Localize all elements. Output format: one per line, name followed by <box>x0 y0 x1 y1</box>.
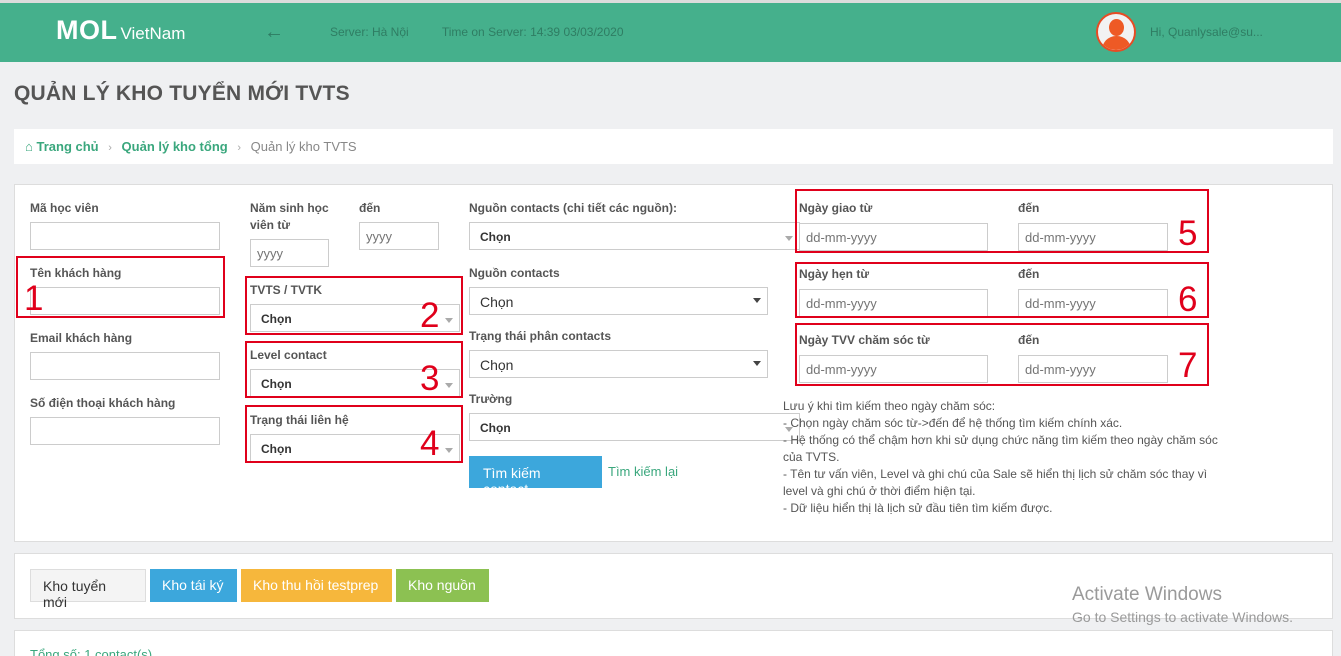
logo[interactable]: MOL VietNam <box>56 15 185 46</box>
server-name: Server: Hà Nội <box>330 25 409 39</box>
results-panel <box>14 630 1333 656</box>
customer-email-label: Email khách hàng <box>30 331 133 345</box>
annotation-number-6: 6 <box>1178 280 1198 319</box>
birth-year-to-input[interactable] <box>359 222 439 250</box>
note-title: Lưu ý khi tìm kiếm theo ngày chăm sóc: <box>783 399 996 413</box>
annotation-number-3: 3 <box>420 359 440 398</box>
assign-status-select[interactable]: Chọn <box>469 350 768 378</box>
care-search-note: Lưu ý khi tìm kiếm theo ngày chăm sóc: -… <box>783 398 1228 517</box>
annotation-number-1: 1 <box>24 279 44 318</box>
breadcrumb: ⌂ Trang chủ › Quản lý kho tổng › Quản lý… <box>14 129 1333 164</box>
annotation-box-6 <box>795 262 1209 318</box>
birth-year-from-label: Năm sinh học viên từ <box>250 201 329 232</box>
chevron-down-icon <box>753 361 761 366</box>
school-select[interactable]: Chọn <box>469 413 800 441</box>
page-title: QUẢN LÝ KHO TUYỂN MỚI TVTS <box>14 82 350 105</box>
source-detail-select[interactable]: Chọn <box>469 222 800 250</box>
chevron-down-icon <box>785 236 793 241</box>
annotation-number-2: 2 <box>420 296 440 335</box>
search-contact-button[interactable]: Tìm kiếm contact <box>469 456 602 497</box>
watermark-line-1: Activate Windows <box>1072 584 1222 605</box>
customer-email-input[interactable] <box>30 352 220 380</box>
note-line: - Tên tư vấn viên, Level và ghi chú của … <box>783 467 1208 498</box>
tab-kho-nguon[interactable]: Kho nguồn <box>396 569 489 602</box>
home-icon[interactable]: ⌂ <box>25 139 33 154</box>
annotation-number-5: 5 <box>1178 214 1198 253</box>
birth-year-from-input[interactable] <box>250 239 329 267</box>
birth-year-to-label: đến <box>359 201 381 215</box>
total-count: Tổng số: 1 contact(s) <box>30 647 153 656</box>
tab-kho-tuyen-moi[interactable]: Kho tuyển mới <box>30 569 146 610</box>
breadcrumb-separator: › <box>108 142 112 154</box>
assign-status-select-value: Chọn <box>480 357 514 373</box>
annotation-box-7 <box>795 323 1209 386</box>
chevron-down-icon <box>753 298 761 303</box>
student-code-input[interactable] <box>30 222 220 250</box>
windows-activation-watermark: Activate Windows Go to Settings to activ… <box>1072 584 1293 625</box>
breadcrumb-home[interactable]: Trang chủ <box>36 139 98 154</box>
user-body-shape <box>1102 36 1131 50</box>
user-greeting[interactable]: Hi, Quanlysale@su... <box>1150 25 1263 39</box>
server-info: Server: Hà Nội Time on Server: 14:39 03/… <box>330 25 654 39</box>
watermark-line-2: Go to Settings to activate Windows. <box>1072 609 1293 625</box>
student-code-label: Mã học viên <box>30 201 99 215</box>
logo-main: MOL <box>56 15 118 45</box>
note-line: - Chọn ngày chăm sóc từ->đến để hệ thống… <box>783 416 1123 430</box>
breadcrumb-separator: › <box>237 142 241 154</box>
annotation-number-7: 7 <box>1178 346 1198 385</box>
assign-status-label: Trạng thái phân contacts <box>469 329 612 343</box>
note-line: - Hệ thống có thể chậm hơn khi sử dụng c… <box>783 433 1218 464</box>
school-label: Trường <box>469 392 513 406</box>
source-select[interactable]: Chọn <box>469 287 768 315</box>
tab-kho-tai-ky[interactable]: Kho tái ký <box>150 569 237 602</box>
annotation-number-4: 4 <box>420 424 440 463</box>
user-head-shape <box>1109 19 1124 36</box>
reset-search-link[interactable]: Tìm kiếm lại <box>608 464 678 479</box>
source-detail-select-value: Chọn <box>480 230 511 244</box>
customer-phone-label: Số điện thoại khách hàng <box>30 396 176 410</box>
annotation-box-1 <box>16 256 225 318</box>
top-navbar: MOL VietNam ← Server: Hà Nội Time on Serv… <box>0 0 1341 62</box>
back-arrow-icon[interactable]: ← <box>264 21 284 44</box>
source-label: Nguồn contacts <box>469 266 560 280</box>
note-line: - Dữ liệu hiển thị là lịch sử đầu tiên t… <box>783 501 1053 515</box>
breadcrumb-current: Quản lý kho TVTS <box>250 139 357 154</box>
breadcrumb-parent[interactable]: Quản lý kho tổng <box>122 139 228 154</box>
tab-kho-thu-hoi-testprep[interactable]: Kho thu hồi testprep <box>241 569 392 602</box>
avatar[interactable] <box>1096 12 1136 52</box>
annotation-box-5 <box>795 189 1209 253</box>
source-detail-label: Nguồn contacts (chi tiết các nguồn): <box>469 201 678 215</box>
school-select-value: Chọn <box>480 421 511 435</box>
logo-sub: VietNam <box>120 24 186 43</box>
server-time: Time on Server: 14:39 03/03/2020 <box>441 25 624 39</box>
customer-phone-input[interactable] <box>30 417 220 445</box>
source-select-value: Chọn <box>480 294 514 310</box>
